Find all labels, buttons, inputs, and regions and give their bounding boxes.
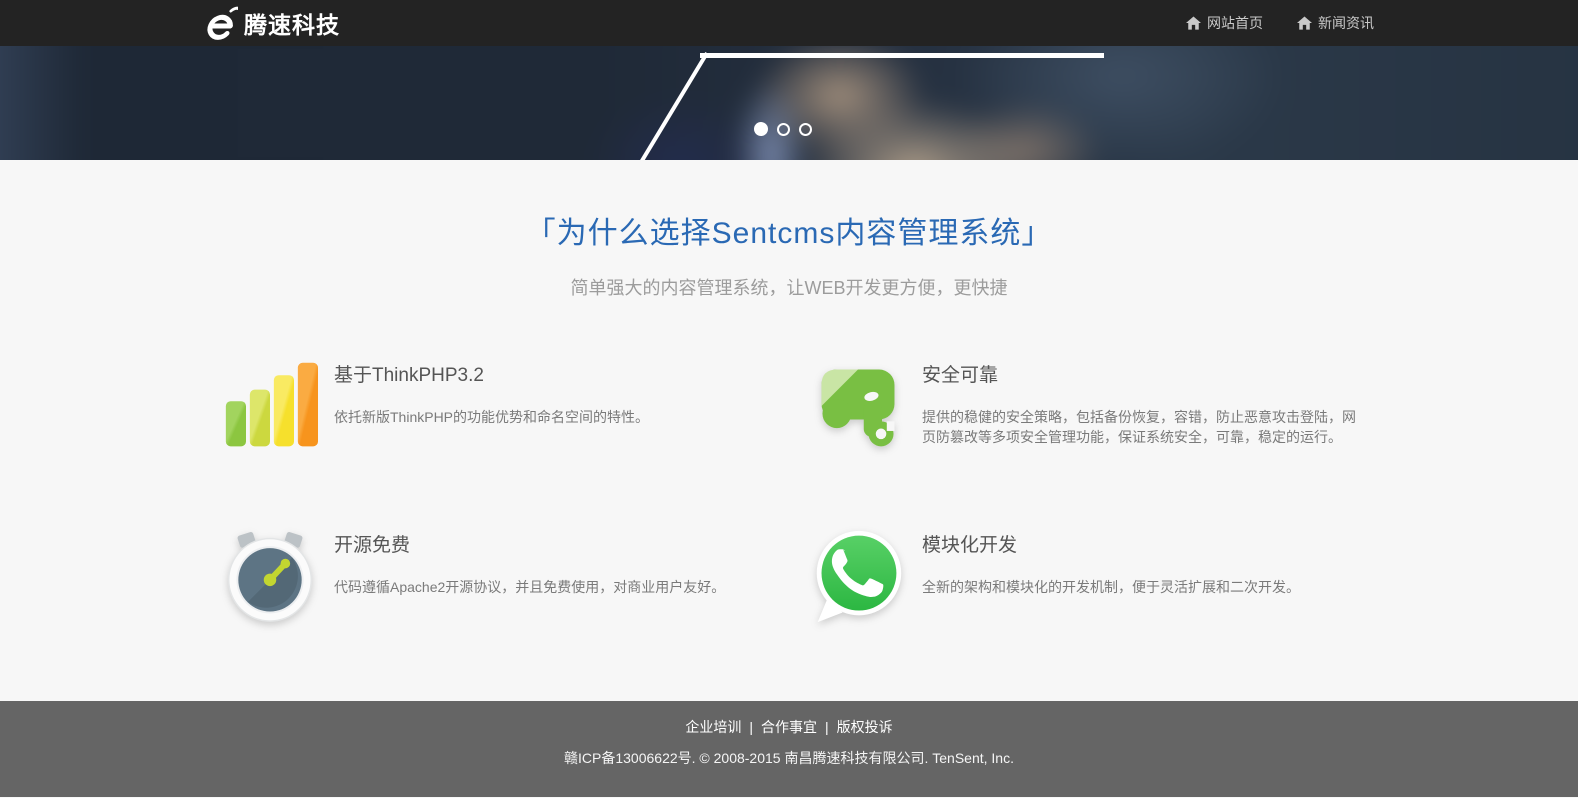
main-content: 「为什么选择Sentcms内容管理系统」 简单强大的内容管理系统，让WEB开发更… <box>0 160 1578 701</box>
footer-separator: | <box>749 719 753 735</box>
feature-card-thinkphp: 基于ThinkPHP3.2 依托新版ThinkPHP的功能优势和命名空间的特性。 <box>204 358 789 454</box>
feature-title: 安全可靠 <box>922 360 1362 387</box>
main-nav: 网站首页 新闻资讯 <box>1186 13 1374 33</box>
footer-link-cooperation[interactable]: 合作事宜 <box>761 719 817 735</box>
carousel-dot-1[interactable] <box>754 122 768 136</box>
brand-name: 腾速科技 <box>244 6 340 40</box>
feature-grid: 基于ThinkPHP3.2 依托新版ThinkPHP的功能优势和命名空间的特性。… <box>204 358 1374 624</box>
home-icon <box>1186 16 1201 30</box>
stopwatch-icon <box>222 528 318 624</box>
nav-item-label: 新闻资讯 <box>1318 13 1374 33</box>
feature-description: 代码遵循Apache2开源协议，并且免费使用，对商业用户友好。 <box>334 577 725 597</box>
carousel-dots <box>754 122 812 136</box>
feature-card-opensource: 开源免费 代码遵循Apache2开源协议，并且免费使用，对商业用户友好。 <box>204 528 789 624</box>
section-subtitle: 简单强大的内容管理系统，让WEB开发更方便，更快捷 <box>0 274 1578 300</box>
feature-card-security: 安全可靠 提供的稳健的安全策略，包括备份恢复，容错，防止恶意攻击登陆，网页防篡改… <box>789 358 1374 454</box>
logo-e-icon <box>204 5 238 41</box>
feature-title: 开源免费 <box>334 530 725 557</box>
feature-description: 全新的架构和模块化的开发机制，便于灵活扩展和二次开发。 <box>922 577 1300 597</box>
bar-chart-icon <box>222 358 318 454</box>
carousel-dot-3[interactable] <box>799 123 812 136</box>
section-title: 「为什么选择Sentcms内容管理系统」 <box>0 208 1578 252</box>
footer-link-training[interactable]: 企业培训 <box>685 719 741 735</box>
footer-copyright: 赣ICP备13006622号. © 2008-2015 南昌腾速科技有限公司. … <box>0 748 1578 768</box>
feature-description: 提供的稳健的安全策略，包括备份恢复，容错，防止恶意攻击登陆，网页防篡改等多项安全… <box>922 407 1362 447</box>
feature-description: 依托新版ThinkPHP的功能优势和命名空间的特性。 <box>334 407 649 427</box>
feature-title: 模块化开发 <box>922 530 1300 557</box>
footer: 企业培训 | 合作事宜 | 版权投诉 赣ICP备13006622号. © 2008-20… <box>0 701 1578 797</box>
footer-separator: | <box>825 719 829 735</box>
footer-link-copyright-complaint[interactable]: 版权投诉 <box>837 719 893 735</box>
home-icon <box>1297 16 1312 30</box>
feature-card-modular: 模块化开发 全新的架构和模块化的开发机制，便于灵活扩展和二次开发。 <box>789 528 1374 624</box>
hero-banner <box>0 46 1578 160</box>
whatsapp-icon <box>810 528 906 624</box>
top-navbar: 腾速科技 网站首页 新闻资讯 <box>0 0 1578 46</box>
elephant-icon <box>810 358 906 454</box>
hero-background-image <box>0 46 1578 160</box>
feature-title: 基于ThinkPHP3.2 <box>334 360 649 387</box>
nav-item-home[interactable]: 网站首页 <box>1186 13 1263 33</box>
carousel-dot-2[interactable] <box>777 123 790 136</box>
nav-item-news[interactable]: 新闻资讯 <box>1297 13 1374 33</box>
brand-logo[interactable]: 腾速科技 <box>204 5 340 41</box>
footer-links: 企业培训 | 合作事宜 | 版权投诉 <box>0 717 1578 737</box>
nav-item-label: 网站首页 <box>1207 13 1263 33</box>
